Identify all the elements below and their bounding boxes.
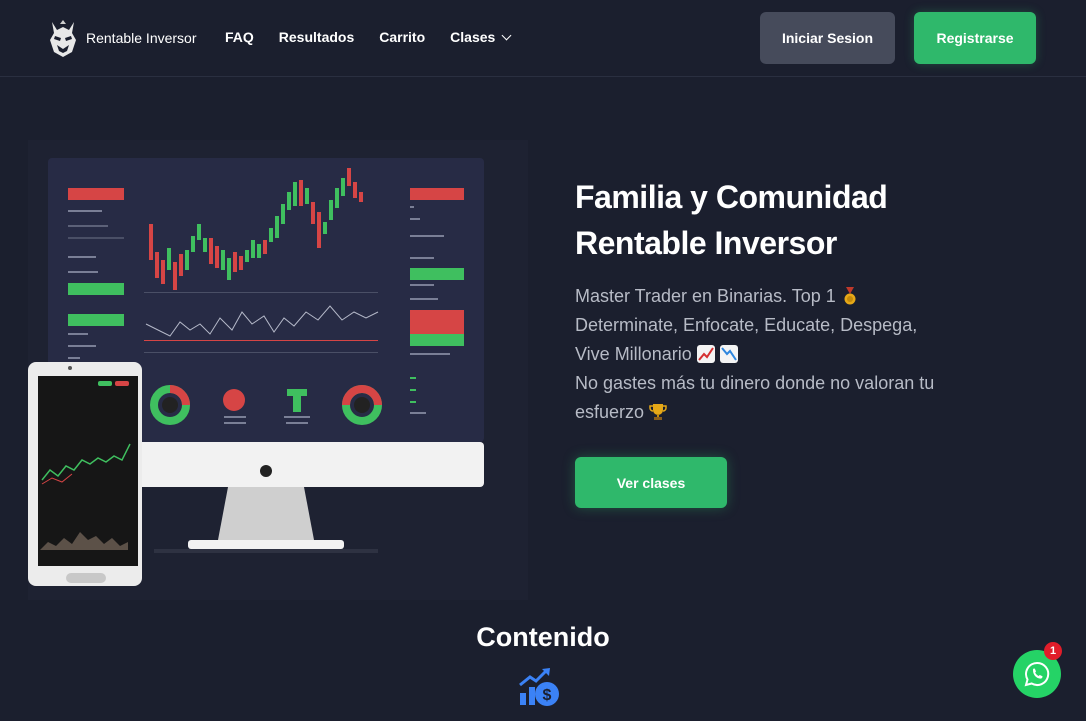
nav-link-faq[interactable]: FAQ [225,29,254,45]
brand-link[interactable]: Rentable Inversor [46,18,197,58]
desc-line1: Master Trader en Binarias. Top 1 [575,286,836,306]
trophy-icon [649,404,667,420]
whatsapp-notification-badge: 1 [1044,642,1062,660]
chart-down-icon [719,345,738,363]
nav-link-carrito[interactable]: Carrito [379,29,425,45]
desc-line4: No gastes más tu dinero donde no valoran… [575,373,935,393]
nav-links: FAQ Resultados Carrito Clases [225,29,512,45]
hero-description: Master Trader en Binarias. Top 1 Determi… [575,282,985,427]
desc-line2: Determinate, Enfocate, Educate, Despega, [575,315,918,335]
chevron-down-icon [501,30,512,41]
hero-title-line2: Rentable Inversor [575,225,837,261]
nav-link-resultados[interactable]: Resultados [279,29,354,45]
brand-name: Rentable Inversor [86,30,197,46]
hero-title: Familia y Comunidad Rentable Inversor [575,174,955,266]
nav-dropdown-clases[interactable]: Clases [450,29,512,45]
medal-icon [844,287,856,305]
login-button[interactable]: Iniciar Sesion [760,12,895,64]
desc-line5: esfuerzo [575,402,645,422]
hero-title-line1: Familia y Comunidad [575,179,888,215]
hero-illustration [28,140,528,600]
navbar: Rentable Inversor FAQ Resultados Carrito… [0,0,1086,77]
register-button[interactable]: Registrarse [914,12,1036,64]
section-title-contenido: Contenido [476,622,610,652]
desc-line3: Vive Millonario [575,344,692,364]
svg-text:$: $ [543,687,552,704]
money-growth-icon: $ [519,668,559,706]
chart-up-icon [696,345,715,363]
ver-clases-button[interactable]: Ver clases [575,457,727,508]
logo-icon [50,20,76,57]
nav-link-clases-label: Clases [450,29,496,45]
whatsapp-icon [1024,661,1050,687]
